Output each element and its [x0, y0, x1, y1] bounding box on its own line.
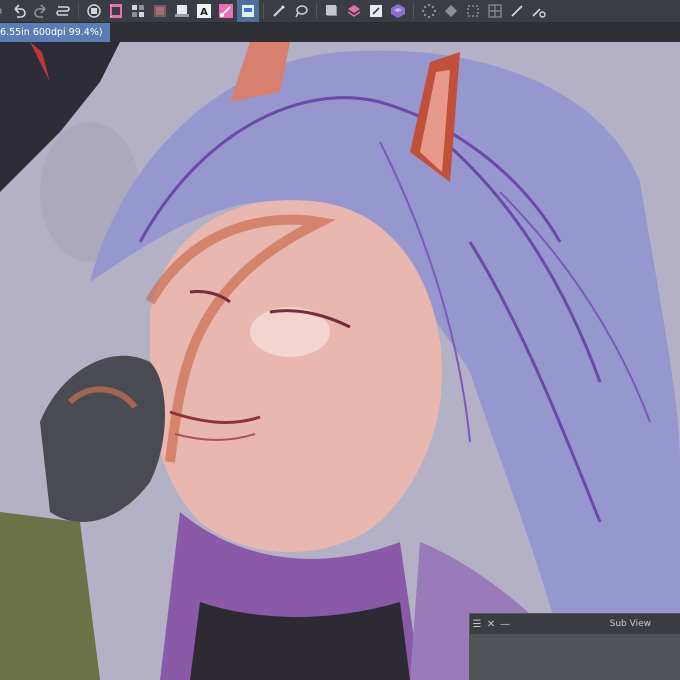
toolbar-separator	[263, 3, 264, 19]
main-toolbar: A	[0, 0, 680, 23]
select-layer-icon[interactable]	[237, 0, 259, 22]
menu-edge-icon[interactable]	[0, 0, 8, 22]
toolbar-separator	[316, 3, 317, 19]
material-icon[interactable]	[387, 0, 409, 22]
history-icon[interactable]	[52, 0, 74, 22]
dots-icon[interactable]	[418, 0, 440, 22]
grid-icon[interactable]	[127, 0, 149, 22]
mesh-icon[interactable]	[484, 0, 506, 22]
close-icon[interactable]: ✕	[484, 619, 498, 630]
document-tab[interactable]: 6.55in 600dpi 99.4%)	[0, 23, 110, 42]
sub-view-panel-header: ☰ ✕ — Sub View	[469, 613, 680, 634]
drawing-canvas[interactable]	[0, 42, 680, 680]
toolbar-separator	[413, 3, 414, 19]
copy-layer-icon[interactable]	[171, 0, 193, 22]
crop-icon[interactable]	[462, 0, 484, 22]
paste-icon[interactable]	[321, 0, 343, 22]
lasso-icon[interactable]	[290, 0, 312, 22]
vector-icon[interactable]	[215, 0, 237, 22]
undo-icon[interactable]	[8, 0, 30, 22]
text-layer-icon[interactable]: A	[193, 0, 215, 22]
transform-icon[interactable]	[440, 0, 462, 22]
minimize-icon[interactable]: —	[498, 619, 512, 630]
sub-view-panel-body	[469, 634, 680, 680]
redo-icon[interactable]	[30, 0, 52, 22]
panel-menu-icon[interactable]: ☰	[470, 619, 484, 630]
film-icon[interactable]	[105, 0, 127, 22]
document-tab-bar: 6.55in 600dpi 99.4%)	[0, 23, 680, 42]
pen-icon[interactable]	[506, 0, 528, 22]
sub-view-title: Sub View	[609, 619, 651, 629]
layer-stack-icon[interactable]	[343, 0, 365, 22]
toolbar-separator	[78, 3, 79, 19]
new-raster-icon[interactable]	[365, 0, 387, 22]
ruler-icon[interactable]	[149, 0, 171, 22]
brush-tool-icon[interactable]	[268, 0, 290, 22]
layer-fill-icon[interactable]	[83, 0, 105, 22]
svg-text:A: A	[200, 7, 208, 18]
settings-icon[interactable]	[528, 0, 550, 22]
artwork	[0, 42, 680, 680]
